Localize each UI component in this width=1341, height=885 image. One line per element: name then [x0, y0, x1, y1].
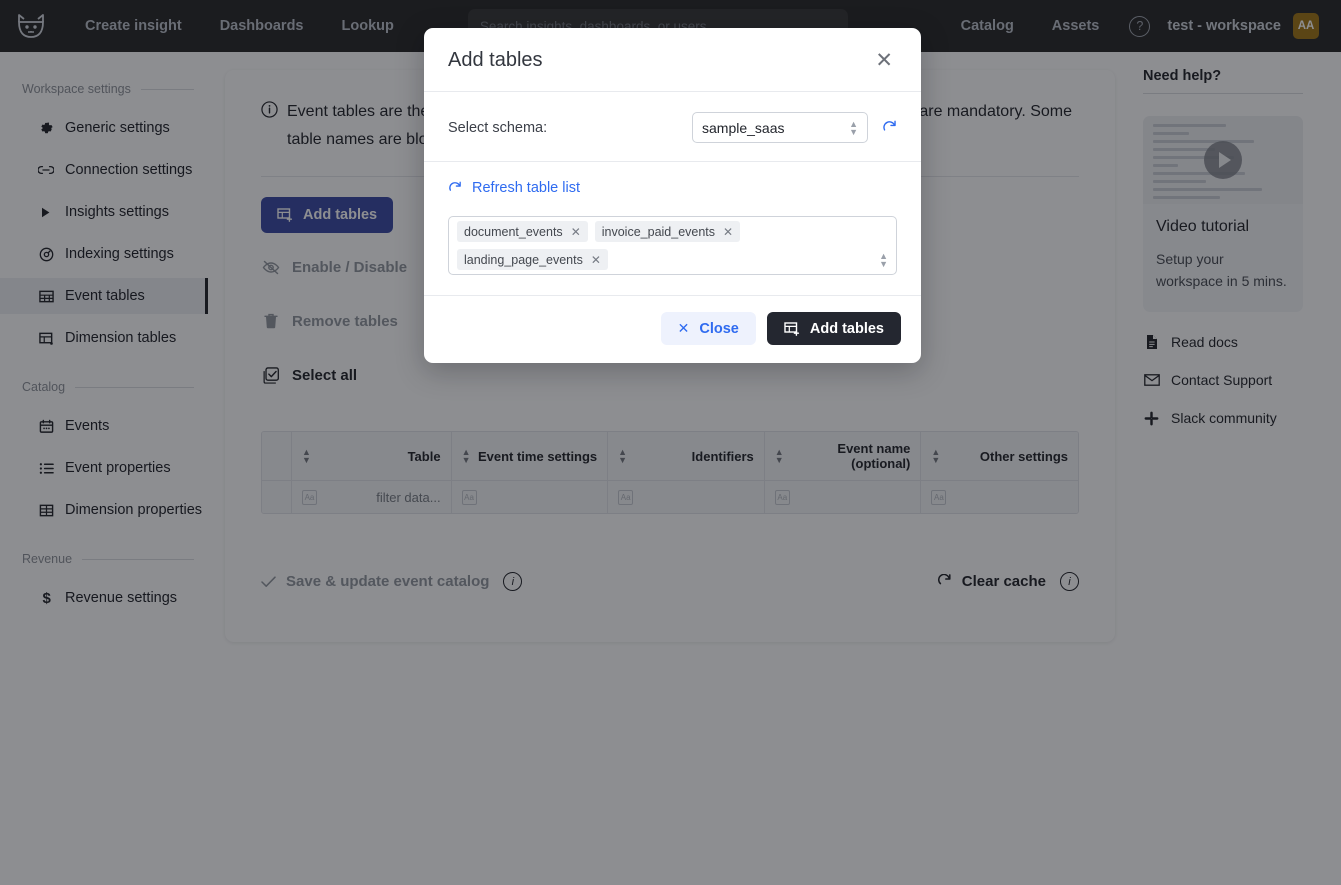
selected-table-chip[interactable]: document_events ✕: [457, 221, 588, 242]
modal-title: Add tables: [448, 49, 543, 71]
modal-add-tables-button-label: Add tables: [809, 320, 884, 337]
chip-label: landing_page_events: [464, 252, 583, 267]
modal-close-button-label: Close: [699, 320, 739, 337]
refresh-icon: [448, 181, 462, 195]
modal-body: Refresh table list document_events ✕ inv…: [424, 162, 921, 296]
chip-label: invoice_paid_events: [601, 224, 716, 239]
tables-multiselect[interactable]: document_events ✕ invoice_paid_events ✕ …: [448, 216, 897, 275]
modal-footer: ✕ Close Add tables: [424, 296, 921, 363]
schema-section: Select schema: sample_saas ▲ ▼: [424, 92, 921, 162]
close-small-icon: ✕: [677, 320, 690, 336]
refresh-table-list-label: Refresh table list: [472, 180, 580, 196]
add-tables-modal: Add tables ✕ Select schema: sample_saas …: [424, 28, 921, 363]
table-plus-icon: [784, 321, 800, 337]
close-small-icon[interactable]: ✕: [723, 225, 733, 239]
close-icon[interactable]: ✕: [871, 48, 897, 73]
chevron-updown-icon[interactable]: ▲ ▼: [879, 251, 888, 268]
refresh-schema-icon[interactable]: [882, 120, 897, 135]
modal-close-button[interactable]: ✕ Close: [660, 312, 756, 345]
app-root: Create insight Dashboards Lookup Catalog…: [0, 0, 1341, 885]
selected-table-chip[interactable]: landing_page_events ✕: [457, 249, 608, 270]
schema-select[interactable]: sample_saas ▲ ▼: [692, 112, 868, 143]
schema-select-value: sample_saas: [702, 119, 785, 136]
modal-header: Add tables ✕: [424, 28, 921, 92]
select-schema-label: Select schema:: [448, 119, 548, 136]
chevron-updown-icon: ▲ ▼: [849, 118, 858, 137]
chip-label: document_events: [464, 224, 563, 239]
selected-table-chip[interactable]: invoice_paid_events ✕: [594, 221, 741, 242]
close-small-icon[interactable]: ✕: [591, 253, 601, 267]
close-small-icon[interactable]: ✕: [571, 225, 581, 239]
modal-add-tables-button[interactable]: Add tables: [766, 312, 901, 345]
refresh-table-list-link[interactable]: Refresh table list: [448, 180, 897, 196]
